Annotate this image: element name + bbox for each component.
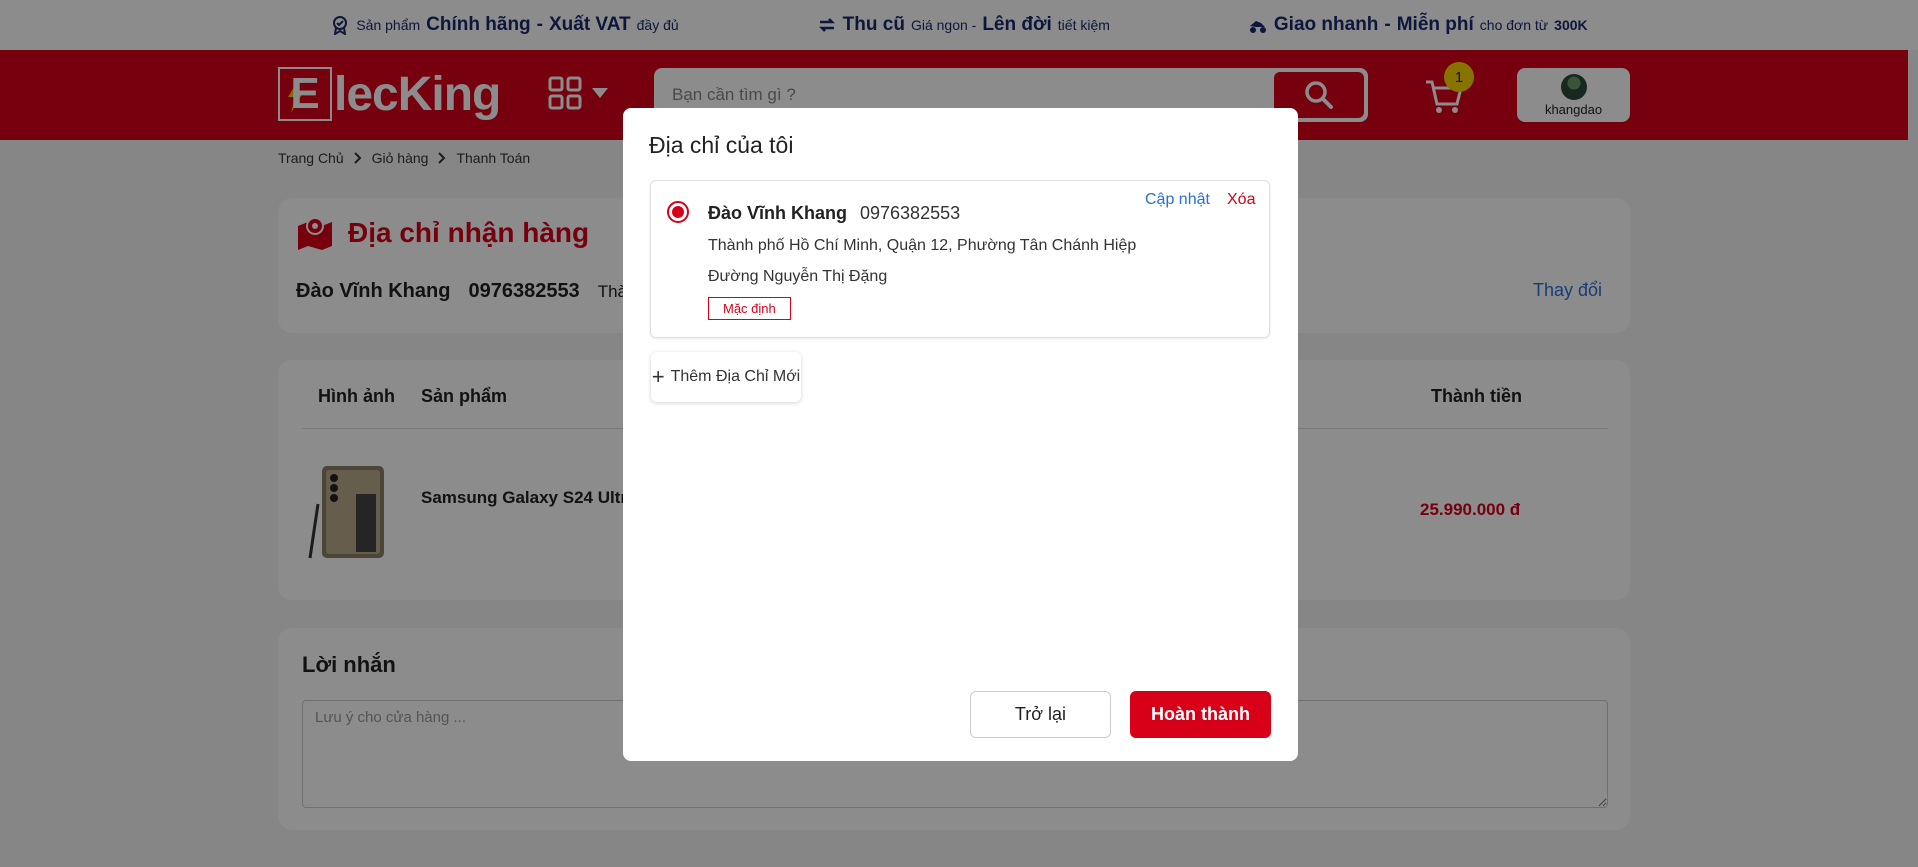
add-new-address-button[interactable]: + Thêm Địa Chỉ Mới [651,352,801,402]
address-line-1: Thành phố Hồ Chí Minh, Quận 12, Phường T… [708,237,1137,254]
done-button[interactable]: Hoàn thành [1130,691,1271,738]
address-line-2: Đường Nguyễn Thị Đặng [708,268,888,285]
address-option[interactable]: Đào Vĩnh Khang 0976382553 Thành phố Hồ C… [650,180,1270,338]
address-modal: Địa chỉ của tôi Đào Vĩnh Khang 097638255… [623,108,1298,761]
add-new-address-label: Thêm Địa Chỉ Mới [670,368,801,385]
address-phone: 0976382553 [860,203,961,223]
modal-title: Địa chỉ của tôi [649,132,794,158]
delete-address-link[interactable]: Xóa [1227,191,1255,209]
back-button[interactable]: Trở lại [970,691,1111,738]
address-name: Đào Vĩnh Khang [708,203,847,223]
default-badge: Mặc định [708,297,791,320]
update-address-link[interactable]: Cập nhật [1145,191,1210,209]
plus-icon: + [651,364,665,389]
address-radio[interactable] [667,201,689,223]
